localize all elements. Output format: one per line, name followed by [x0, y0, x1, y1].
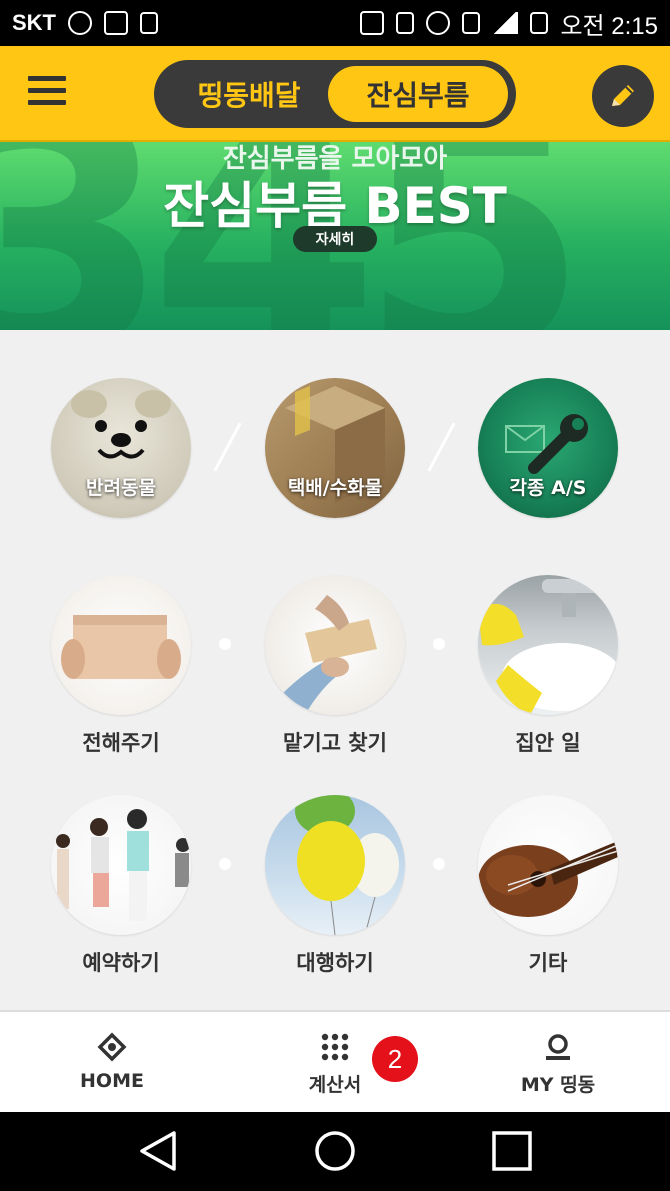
battery-icon — [530, 12, 549, 34]
bill-count-badge: 2 — [372, 1036, 418, 1082]
category-repair[interactable]: 각종 A/S — [458, 378, 638, 518]
divider-dot — [433, 638, 445, 650]
status-bar: SKT 오전 2:15 — [0, 0, 670, 46]
dishwashing-icon — [478, 575, 618, 715]
category-reserve[interactable]: 예약하기 — [31, 795, 211, 977]
home-circle-icon[interactable] — [314, 1130, 356, 1172]
category-grid: 반려동물 택배/수화물 각종 A/S 전해주기 맡기고 찾기 집안 일 예약하기… — [0, 330, 670, 1010]
battery-saver-icon — [140, 12, 158, 34]
category-label: 전해주기 — [82, 731, 160, 755]
back-icon[interactable] — [138, 1130, 178, 1172]
puppy-icon: 반려동물 — [51, 378, 191, 518]
wrench-icon: 각종 A/S — [478, 378, 618, 518]
grid-dots-icon — [321, 1033, 349, 1061]
handing-box-icon — [51, 575, 191, 715]
signal-icon — [492, 12, 519, 34]
balloons-icon — [265, 795, 405, 935]
promo-banner[interactable]: 345 잔심부름을 모아모아 잔심부름 BEST 자세히 — [0, 142, 670, 330]
category-label: 맡기고 찾기 — [283, 731, 387, 755]
category-keep[interactable]: 맡기고 찾기 — [245, 575, 425, 757]
bottom-navigation: HOME 계산서 MY 띵동 — [0, 1010, 670, 1112]
nav-my-label: MY 띵동 — [520, 1074, 596, 1096]
divider-slash — [213, 422, 242, 472]
write-button[interactable] — [592, 65, 654, 127]
menu-button[interactable] — [28, 76, 66, 106]
divider-dot — [219, 638, 231, 650]
category-pet[interactable]: 반려동물 — [31, 378, 211, 518]
hamburger-line — [28, 88, 66, 93]
category-label: 반려동물 — [86, 477, 156, 499]
category-proxy[interactable]: 대행하기 — [245, 795, 425, 977]
banner-detail-button[interactable]: 자세히 — [293, 226, 377, 252]
category-housework[interactable]: 집안 일 — [458, 575, 638, 757]
divider-slash — [427, 422, 456, 472]
alarm-icon — [68, 11, 92, 35]
home-icon — [97, 1032, 127, 1062]
carrier-label: SKT — [12, 10, 56, 35]
nav-home-label: HOME — [80, 1070, 144, 1092]
alarm-clock-icon — [426, 11, 451, 35]
category-label: 택배/수화물 — [287, 477, 383, 499]
category-deliver[interactable]: 전해주기 — [31, 575, 211, 757]
nav-home[interactable]: HOME — [32, 1032, 192, 1092]
app-header: 띵동배달 잔심부름 — [0, 46, 670, 142]
category-label: 기타 — [528, 951, 568, 975]
image-icon — [104, 11, 128, 35]
ukulele-icon — [478, 795, 618, 935]
envelope-handoff-icon — [265, 575, 405, 715]
vibrate-icon — [396, 12, 415, 34]
lte-icon — [462, 12, 481, 34]
category-label: 집안 일 — [515, 731, 581, 755]
tab-errands[interactable]: 잔심부름 — [328, 66, 508, 122]
recents-icon[interactable] — [491, 1130, 533, 1172]
nav-my[interactable]: MY 띵동 — [478, 1032, 638, 1097]
service-toggle: 띵동배달 잔심부름 — [154, 60, 516, 128]
box-icon: 택배/수화물 — [265, 378, 405, 518]
category-etc[interactable]: 기타 — [458, 795, 638, 977]
nfc-icon — [360, 11, 385, 35]
profile-icon — [546, 1034, 570, 1060]
category-label: 각종 A/S — [509, 477, 587, 499]
people-queue-icon — [51, 795, 191, 935]
pencil-icon — [612, 85, 634, 106]
hamburger-line — [28, 100, 66, 105]
system-navigation-bar — [0, 1112, 670, 1191]
divider-dot — [433, 858, 445, 870]
hamburger-line — [28, 76, 66, 81]
clock-time: 오전 2:15 — [560, 12, 658, 40]
divider-dot — [219, 858, 231, 870]
category-label: 대행하기 — [296, 951, 374, 975]
category-label: 예약하기 — [82, 951, 160, 975]
tab-delivery[interactable]: 띵동배달 — [164, 66, 334, 122]
category-parcel[interactable]: 택배/수화물 — [245, 378, 425, 518]
